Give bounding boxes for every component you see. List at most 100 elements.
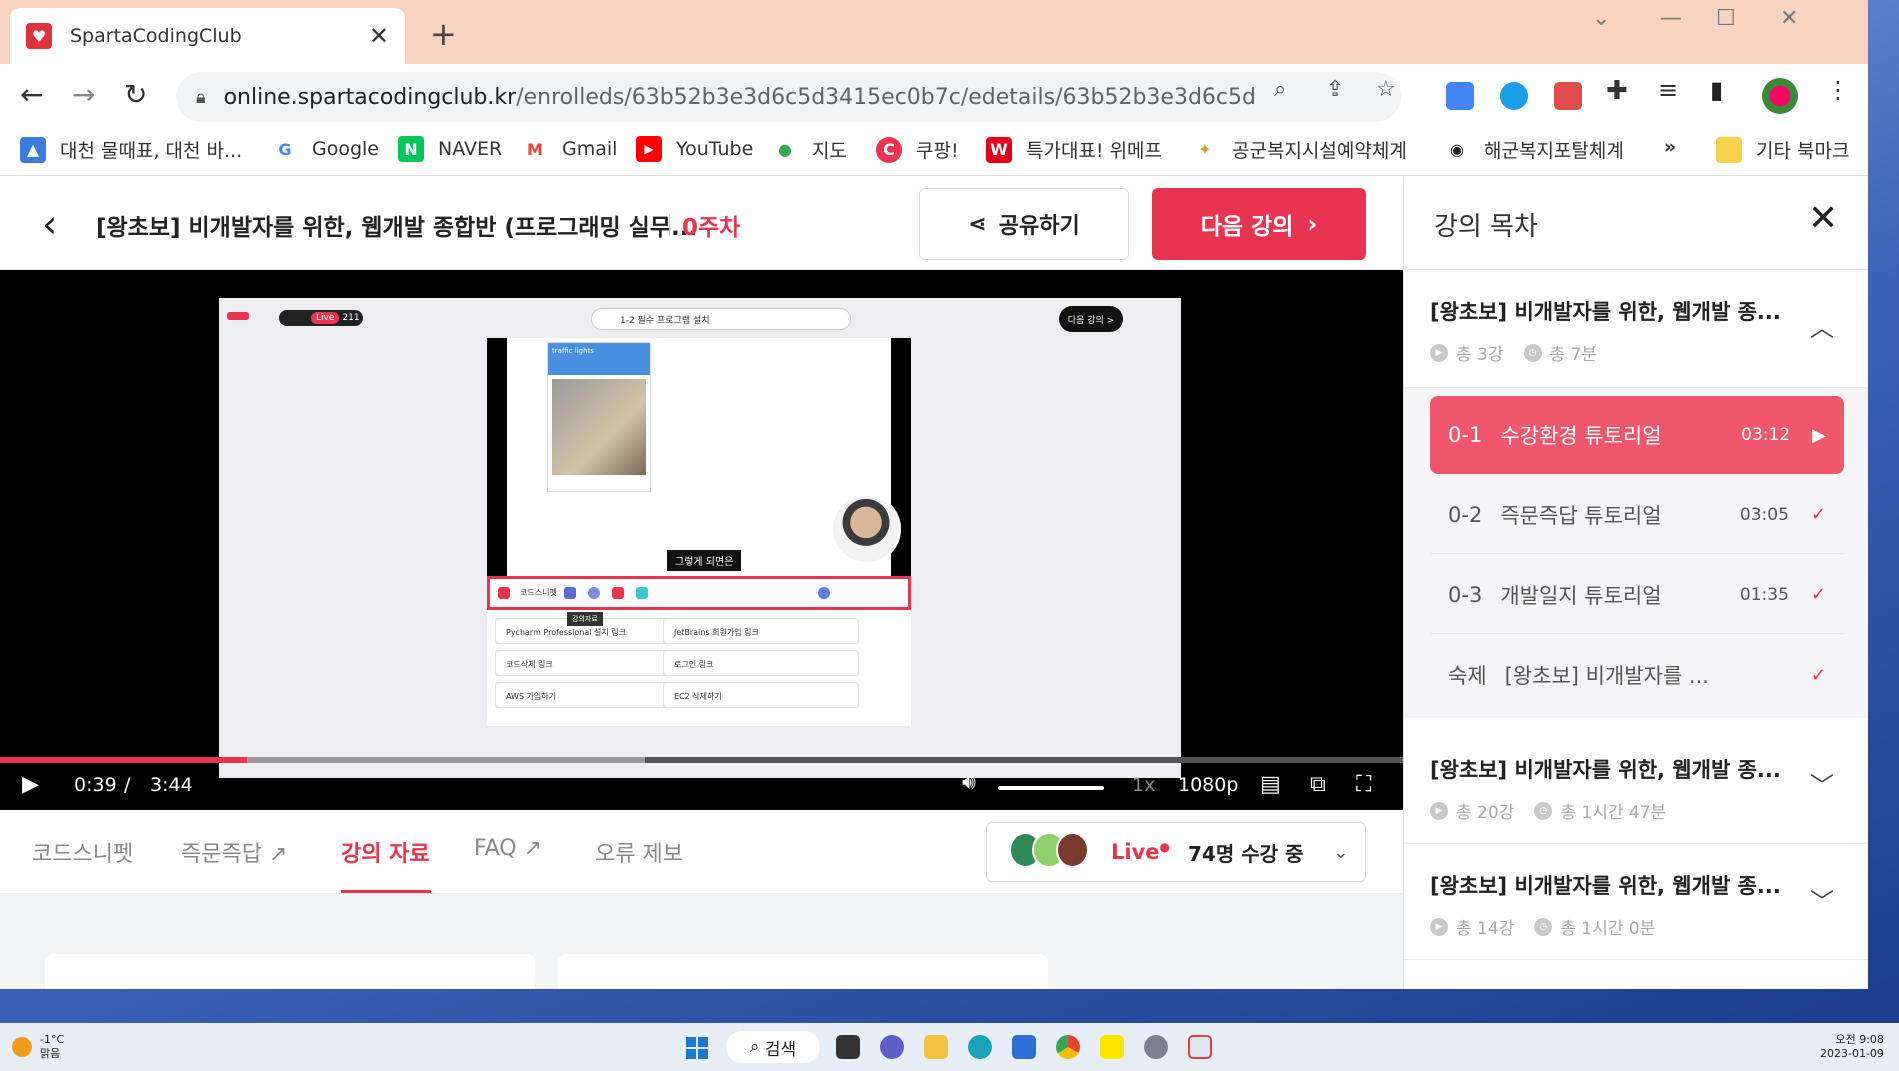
browser-tab[interactable]: ♥ SpartaCodingClub ✕ bbox=[10, 8, 405, 64]
lock-icon[interactable]: 🔒︎ bbox=[196, 87, 206, 108]
media-control-icon[interactable]: ≡ bbox=[1658, 76, 1678, 104]
cast-extension-icon[interactable] bbox=[1554, 82, 1582, 110]
browser-window: ♥ SpartaCodingClub ✕ + ⌄ — ☐ ✕ ← → ↻ 🔒︎ … bbox=[0, 0, 1868, 989]
weather-sun-icon[interactable] bbox=[12, 1037, 32, 1057]
curriculum-section[interactable]: [왕초보] 비개발자를 위한, 웹개발 종... ▶ 총 20강 ◷ 총 1시간 4… bbox=[1404, 728, 1868, 844]
gmail-icon: M bbox=[522, 136, 548, 162]
lesson-number: 0-2 bbox=[1448, 502, 1483, 527]
captions-icon[interactable]: ▤ bbox=[1260, 772, 1281, 797]
subtitle: 그렇게 되면은 bbox=[667, 550, 742, 571]
other-bookmarks[interactable]: 기타 북마크 bbox=[1716, 136, 1849, 163]
settings-gear-icon[interactable] bbox=[1144, 1035, 1168, 1059]
forward-icon[interactable]: → bbox=[72, 78, 95, 111]
menu-kebab-icon[interactable]: ⋮ bbox=[1826, 76, 1850, 104]
volume-slider[interactable] bbox=[998, 786, 1104, 790]
tab-codesnippet[interactable]: 코드스니펫 bbox=[32, 836, 133, 868]
external-link-icon: ↗ bbox=[523, 836, 543, 861]
fullscreen-icon[interactable]: ⛶ bbox=[1356, 772, 1371, 797]
bookmark-item[interactable]: ▶ YouTube bbox=[636, 136, 753, 162]
tab-qna[interactable]: 즉문즉답 ↗ bbox=[181, 836, 287, 868]
curriculum-section[interactable]: [왕초보] 비개발자를 위한, 웹개발 종... ▶ 총 14강 ◷ 총 1시간 0… bbox=[1404, 844, 1868, 960]
taskbar-search[interactable]: ⌕ 검색 bbox=[726, 1031, 820, 1063]
next-lecture-label: 다음 강의 bbox=[1200, 214, 1294, 240]
maps-pin-icon: ● bbox=[772, 136, 798, 163]
progress-bar[interactable] bbox=[0, 757, 1403, 763]
bookmark-item[interactable]: W 특가대표! 위메프 bbox=[986, 136, 1162, 163]
weather-widget[interactable]: -1°C 맑음 bbox=[40, 1033, 64, 1061]
bookmark-item[interactable]: C 쿠팡! bbox=[876, 136, 959, 163]
play-icon[interactable]: ▶ bbox=[22, 772, 39, 797]
store-icon[interactable] bbox=[1012, 1035, 1036, 1059]
snipping-tool-icon[interactable] bbox=[1188, 1035, 1212, 1059]
chat-app-icon[interactable] bbox=[880, 1035, 904, 1059]
back-chevron-icon[interactable]: ‹ bbox=[42, 202, 57, 246]
tab-strip: ♥ SpartaCodingClub ✕ + ⌄ — ☐ ✕ bbox=[0, 0, 1868, 64]
pip-icon[interactable]: ⧉ bbox=[1310, 772, 1326, 797]
chevron-up-icon[interactable]: ︿ bbox=[1810, 308, 1834, 343]
share-button[interactable]: ⋖ 공유하기 bbox=[919, 188, 1129, 260]
bookmark-item[interactable]: G Google bbox=[272, 136, 379, 162]
share-page-icon[interactable]: ⇪ bbox=[1326, 77, 1344, 102]
close-window-icon[interactable]: ✕ bbox=[1780, 6, 1798, 31]
youtube-icon: ▶ bbox=[636, 136, 662, 162]
link-card: EC2 삭제하기 bbox=[663, 682, 859, 708]
task-view-icon[interactable] bbox=[836, 1035, 860, 1059]
material-card bbox=[558, 954, 1048, 989]
tab-error-report[interactable]: 오류 제보 bbox=[595, 836, 683, 868]
lesson-number: 0-3 bbox=[1448, 582, 1483, 607]
video-player[interactable]: Live 211 1-2 필수 프로그램 설치 다음 강의 > traffic l… bbox=[0, 270, 1403, 810]
edge-icon[interactable] bbox=[968, 1035, 992, 1059]
live-viewers-box[interactable]: Live● 74명 수강 중 ⌄ bbox=[986, 822, 1366, 882]
side-panel-icon[interactable]: ▮ bbox=[1710, 76, 1723, 104]
tab-search-chevron-icon[interactable]: ⌄ bbox=[1592, 6, 1610, 31]
close-icon[interactable]: ✕ bbox=[1808, 198, 1838, 239]
playback-speed[interactable]: 1x bbox=[1132, 774, 1155, 796]
lesson-item[interactable]: 0-3 개발일지 튜토리얼 01:35 ✓ bbox=[1430, 556, 1844, 634]
quality-selector[interactable]: 1080p bbox=[1178, 774, 1238, 796]
chevron-right-icon: › bbox=[1307, 210, 1318, 238]
lesson-name: 즉문즉답 튜토리얼 bbox=[1500, 503, 1662, 528]
bookmark-item[interactable]: M Gmail bbox=[522, 136, 617, 162]
download-extension-icon[interactable] bbox=[1500, 82, 1528, 110]
player-controls: ▶ 0:39 / 3:44 🔊︎ 1x 1080p ▤ ⧉ ⛶ bbox=[0, 766, 1403, 810]
profile-avatar[interactable] bbox=[1762, 78, 1798, 114]
maximize-icon[interactable]: ☐ bbox=[1716, 6, 1736, 31]
back-icon[interactable]: ← bbox=[20, 78, 43, 111]
bookmark-star-icon[interactable]: ☆ bbox=[1376, 77, 1396, 102]
url-text[interactable]: online.spartacodingclub.kr/enrolleds/63b… bbox=[224, 85, 1254, 110]
bookmarks-more-icon[interactable]: » bbox=[1664, 136, 1676, 158]
system-clock[interactable]: 오전 9:08 2023-01-09 bbox=[1820, 1033, 1884, 1061]
live-text: Live bbox=[1111, 840, 1160, 864]
zoom-icon[interactable]: ⌕ bbox=[1274, 77, 1286, 102]
bookmark-item[interactable]: ▲ 대천 물때표, 대천 바... bbox=[20, 136, 242, 163]
tab-materials[interactable]: 강의 자료 bbox=[341, 836, 430, 868]
file-explorer-icon[interactable] bbox=[924, 1035, 948, 1059]
chrome-icon[interactable] bbox=[1056, 1035, 1080, 1059]
reload-icon[interactable]: ↻ bbox=[124, 78, 147, 111]
address-bar[interactable]: 🔒︎ online.spartacodingclub.kr/enrolleds/… bbox=[176, 72, 1401, 122]
tab-faq[interactable]: FAQ ↗ bbox=[474, 836, 542, 861]
viewer-avatar bbox=[1055, 832, 1089, 868]
lesson-item[interactable]: 0-2 즉문즉답 튜토리얼 03:05 ✓ bbox=[1430, 476, 1844, 554]
minimize-icon[interactable]: — bbox=[1660, 6, 1682, 31]
extensions-puzzle-icon[interactable]: ✚ bbox=[1606, 76, 1628, 106]
section-meta: ▶ 총 20강 ◷ 총 1시간 47분 bbox=[1430, 798, 1666, 823]
bookmark-item[interactable]: ✦ 공군복지시설예약체계 bbox=[1192, 136, 1407, 163]
chevron-down-icon[interactable]: ﹀ bbox=[1810, 766, 1834, 801]
curriculum-section[interactable]: [왕초보] 비개발자를 위한, 웹개발 종... ▶ 총 3강 ◷ 총 7분 ︿ bbox=[1404, 270, 1868, 388]
next-lecture-button[interactable]: 다음 강의 › bbox=[1152, 188, 1366, 260]
bookmark-item[interactable]: ◉ 해군복지포탈체계 bbox=[1444, 136, 1624, 163]
bookmark-item[interactable]: N NAVER bbox=[398, 136, 502, 162]
lesson-item[interactable]: 숙제 [왕초보] 비개발자를 ... ✓ bbox=[1430, 636, 1844, 714]
volume-icon[interactable]: 🔊︎ bbox=[962, 770, 976, 795]
windows-start-icon[interactable] bbox=[686, 1037, 708, 1059]
new-tab-icon[interactable]: + bbox=[430, 18, 457, 50]
translate-extension-icon[interactable] bbox=[1446, 82, 1474, 110]
lesson-name: 개발일지 튜토리얼 bbox=[1500, 583, 1662, 608]
lesson-item-active[interactable]: 0-1 수강환경 튜토리얼 03:12 ▶ bbox=[1430, 396, 1844, 474]
chevron-down-icon[interactable]: ﹀ bbox=[1810, 882, 1834, 917]
bookmark-item[interactable]: ● 지도 bbox=[772, 136, 847, 163]
close-tab-icon[interactable]: ✕ bbox=[369, 22, 389, 50]
chevron-down-icon[interactable]: ⌄ bbox=[1333, 842, 1348, 863]
kakaotalk-icon[interactable] bbox=[1100, 1035, 1124, 1059]
